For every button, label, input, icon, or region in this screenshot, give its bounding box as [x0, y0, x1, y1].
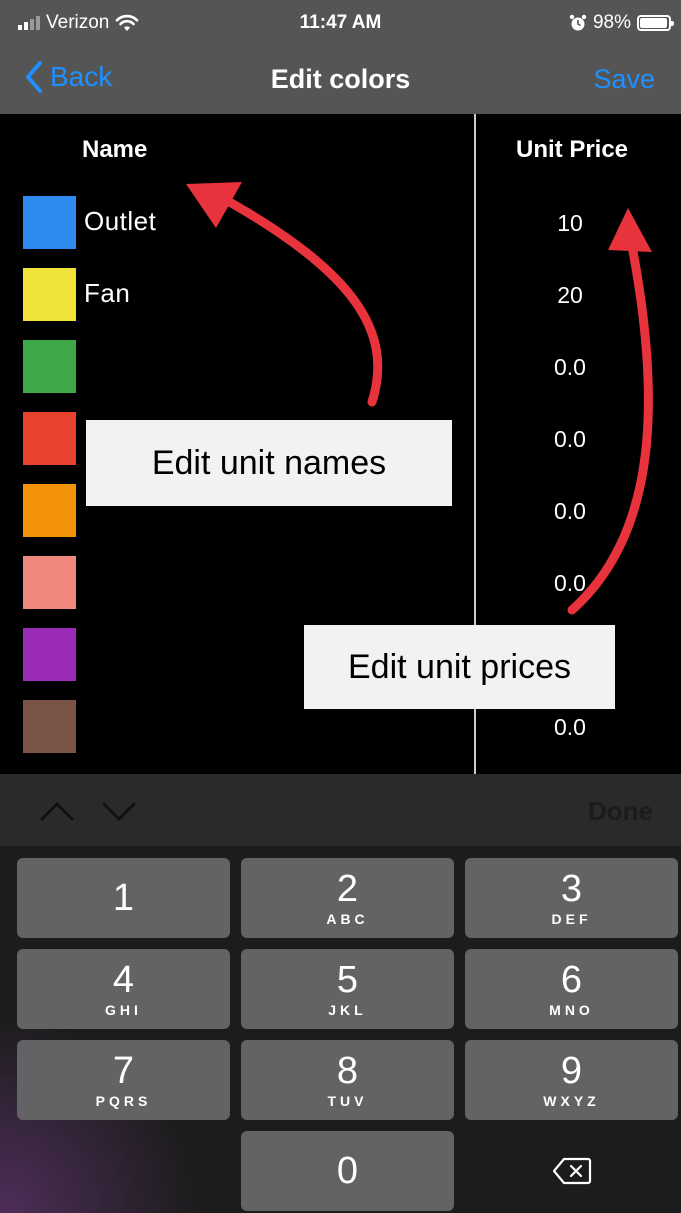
numeric-keyboard: Done 1 2 ABC 3 DEF 4 GHI 5 JKL 6 MNO 7 P… [0, 774, 681, 1213]
color-swatch [23, 628, 76, 681]
status-bar: Verizon 11:47 AM 98% [0, 0, 681, 50]
key-8[interactable]: 8 TUV [241, 1040, 454, 1120]
key-letters: WXYZ [543, 1092, 600, 1109]
keyboard-toolbar: Done [0, 774, 681, 846]
key-3[interactable]: 3 DEF [465, 858, 678, 938]
price-column-header: Unit Price [516, 136, 629, 163]
table-row: 0.0 [0, 556, 681, 628]
key-letters: TUV [327, 1092, 368, 1109]
key-number: 9 [560, 1049, 583, 1092]
color-swatch [23, 196, 76, 249]
key-number: 2 [336, 867, 359, 910]
key-1[interactable]: 1 [17, 858, 230, 938]
callout-edit-prices: Edit unit prices [304, 625, 615, 709]
key-letters: ABC [326, 910, 369, 927]
unit-price-field[interactable]: 10 [530, 210, 610, 237]
key-2[interactable]: 2 ABC [241, 858, 454, 938]
done-button[interactable]: Done [588, 796, 653, 827]
key-number: 1 [112, 877, 135, 919]
unit-price-field[interactable]: 0.0 [530, 498, 610, 525]
color-swatch [23, 556, 76, 609]
unit-price-field[interactable]: 0.0 [530, 570, 610, 597]
key-4[interactable]: 4 GHI [17, 949, 230, 1029]
key-7[interactable]: 7 PQRS [17, 1040, 230, 1120]
battery-percent: 98% [592, 12, 631, 33]
table-row: 0.0 [0, 340, 681, 412]
unit-price-field[interactable]: 20 [530, 282, 610, 309]
unit-name-field[interactable]: Fan [84, 278, 130, 309]
battery-icon [637, 15, 674, 31]
status-right: 98% [569, 12, 674, 34]
key-number: 4 [112, 958, 135, 1001]
table-row: Outlet 10 [0, 196, 681, 268]
unit-price-field[interactable]: 0.0 [530, 354, 610, 381]
key-0[interactable]: 0 [241, 1131, 454, 1211]
key-number: 0 [336, 1150, 359, 1192]
key-letters: DEF [551, 910, 592, 927]
color-swatch [23, 412, 76, 465]
key-5[interactable]: 5 JKL [241, 949, 454, 1029]
key-number: 8 [336, 1049, 359, 1092]
table-row: 0.0 [0, 700, 681, 772]
key-letters: PQRS [95, 1092, 152, 1109]
backspace-icon [552, 1157, 591, 1185]
table-row: Fan 20 [0, 268, 681, 340]
chevron-down-icon[interactable] [100, 792, 138, 830]
key-9[interactable]: 9 WXYZ [465, 1040, 678, 1120]
save-button[interactable]: Save [593, 64, 655, 95]
nav-bar: Back Edit colors Save [0, 50, 681, 114]
alarm-icon [569, 14, 587, 31]
key-letters: JKL [328, 1001, 367, 1018]
key-number: 3 [560, 867, 583, 910]
color-swatch [23, 268, 76, 321]
key-number: 7 [112, 1049, 135, 1092]
key-letters: MNO [549, 1001, 594, 1018]
key-letters: GHI [105, 1001, 142, 1018]
page-title: Edit colors [270, 64, 411, 94]
key-6[interactable]: 6 MNO [465, 949, 678, 1029]
unit-price-field[interactable]: 0.0 [530, 714, 610, 741]
chevron-up-icon[interactable] [38, 792, 76, 830]
callout-edit-names: Edit unit names [86, 420, 452, 506]
color-swatch [23, 340, 76, 393]
unit-price-field[interactable]: 0.0 [530, 426, 610, 453]
name-column-header: Name [82, 136, 148, 163]
color-swatch [23, 700, 76, 753]
color-swatch [23, 484, 76, 537]
delete-key[interactable] [465, 1131, 678, 1211]
unit-name-field[interactable]: Outlet [84, 206, 156, 237]
key-number: 5 [336, 958, 359, 1001]
key-number: 6 [560, 958, 583, 1001]
